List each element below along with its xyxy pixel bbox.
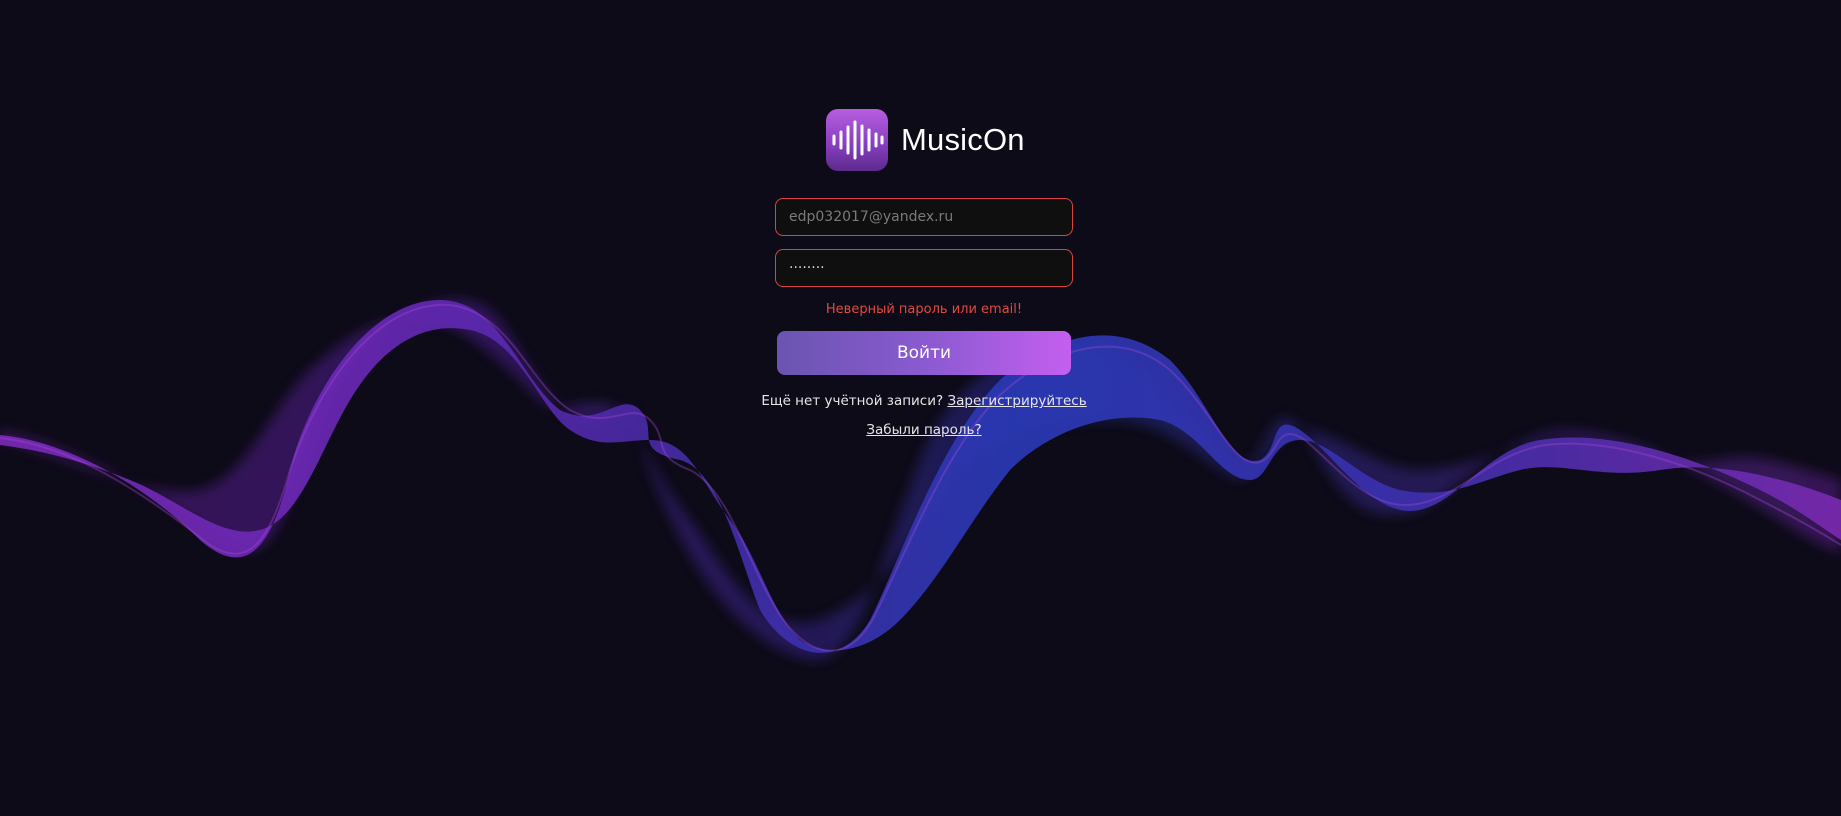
login-button[interactable]: Войти bbox=[777, 331, 1071, 375]
forgot-password-line: Забыли пароль? bbox=[700, 422, 1148, 438]
password-input[interactable] bbox=[775, 249, 1073, 287]
register-link[interactable]: Зарегистрируйтесь bbox=[947, 393, 1086, 409]
app-name: MusicOn bbox=[901, 122, 1025, 157]
app-logo: MusicOn bbox=[826, 109, 1025, 171]
login-page: MusicOn Неверный пароль или email! Войти… bbox=[0, 0, 1841, 816]
forgot-password-link[interactable]: Забыли пароль? bbox=[866, 422, 981, 438]
soundwave-icon bbox=[826, 109, 888, 171]
error-message: Неверный пароль или email! bbox=[825, 302, 1023, 317]
register-prompt-text: Ещё нет учётной записи? bbox=[761, 393, 944, 409]
email-input[interactable] bbox=[775, 198, 1073, 236]
register-prompt-line: Ещё нет учётной записи? Зарегистрируйтес… bbox=[700, 393, 1148, 409]
